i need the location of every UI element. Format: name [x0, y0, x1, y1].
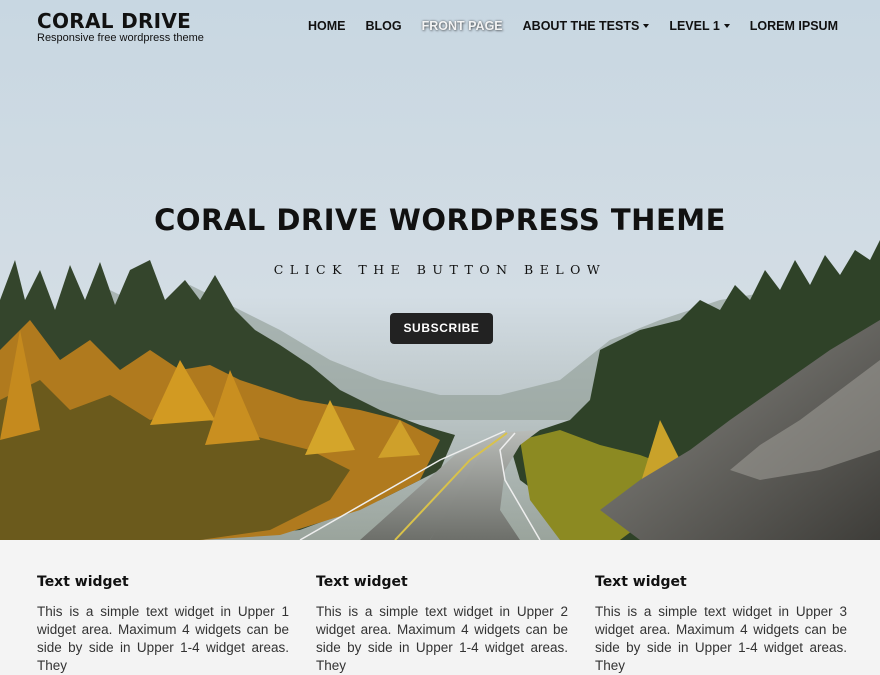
nav-item-level-1[interactable]: LEVEL 1	[669, 19, 730, 33]
nav-item-front-page[interactable]: FRONT PAGE	[422, 19, 503, 33]
chevron-down-icon	[643, 23, 650, 28]
nav-item-lorem-ipsum[interactable]: LOREM IPSUM	[750, 19, 838, 33]
nav-item-label: BLOG	[365, 19, 402, 33]
nav-item-blog[interactable]: BLOG	[366, 19, 402, 33]
nav-item-label: LEVEL 1	[669, 19, 720, 33]
nav-item-label: HOME	[308, 19, 346, 33]
nav-item-label: ABOUT THE TESTS	[522, 19, 640, 33]
chevron-down-icon	[723, 23, 730, 28]
nav-item-label: FRONT PAGE	[421, 19, 503, 33]
site-tagline: Responsive free wordpress theme	[37, 32, 204, 44]
widget-text: This is a simple text widget in Upper 3 …	[595, 604, 847, 673]
widget-text: This is a simple text widget in Upper 2 …	[316, 604, 568, 673]
hero-title: CORAL DRIVE WORDPRESS THEME	[154, 203, 726, 237]
site-title[interactable]: CORAL DRIVE	[37, 9, 191, 33]
nav-item-home[interactable]: HOME	[308, 19, 346, 33]
widget-title: Text widget	[37, 574, 129, 590]
nav-item-about-the-tests[interactable]: ABOUT THE TESTS	[523, 19, 650, 33]
widget-title: Text widget	[595, 574, 687, 590]
upper-widget-area: Text widget This is a simple text widget…	[0, 540, 880, 673]
nav-item-label: LOREM IPSUM	[749, 19, 838, 33]
widget-title: Text widget	[316, 574, 408, 590]
hero-subtitle: CLICK THE BUTTON BELOW	[273, 262, 607, 277]
subscribe-button[interactable]: SUBSCRIBE	[390, 313, 493, 344]
main-nav: HOME BLOG FRONT PAGE ABOUT THE TESTS LEV…	[288, 19, 838, 33]
widget-text: This is a simple text widget in Upper 1 …	[37, 604, 289, 673]
site-header: CORAL DRIVE Responsive free wordpress th…	[0, 0, 880, 60]
hero-section: CORAL DRIVE Responsive free wordpress th…	[0, 0, 880, 540]
